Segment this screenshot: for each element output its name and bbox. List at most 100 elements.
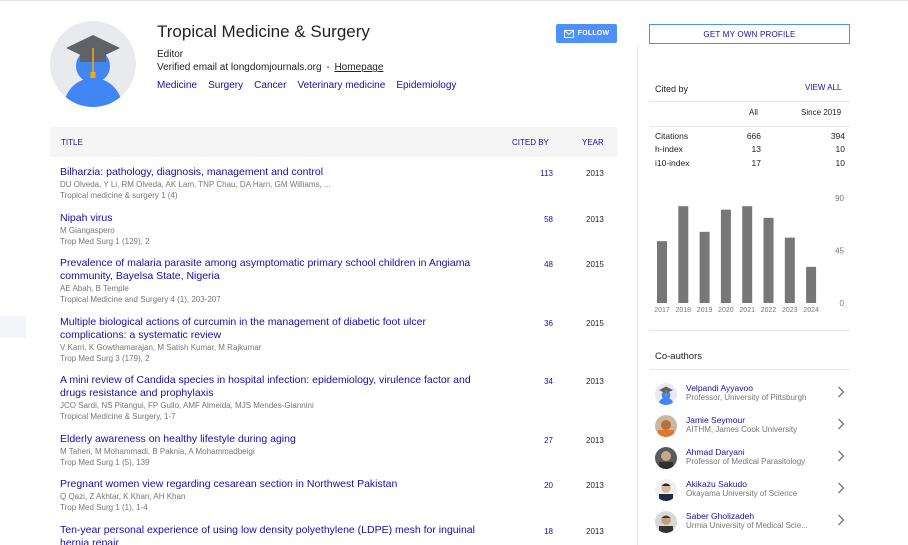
sort-by-year[interactable]: YEAR: [582, 138, 604, 147]
coauthor-item[interactable]: Jamie Seymour AITHM, James Cook Universi…: [649, 410, 850, 442]
coauthor-item[interactable]: Velpandi Ayyavoo Professor, University o…: [649, 378, 850, 410]
coauthor-name[interactable]: Akikazu Sakudo: [686, 479, 747, 489]
column-header-since: Since 2019: [801, 108, 842, 117]
publication-venue: Trop Med Surg 1 (1), 1-4: [60, 503, 148, 512]
publication-title[interactable]: Multiple biological actions of curcumin …: [60, 316, 490, 342]
publication-authors: V Karri, K Gowthamarajan, M Satish Kumar…: [60, 343, 262, 352]
bar-2018[interactable]: [678, 206, 689, 303]
publication-title[interactable]: Bilharzia: pathology, diagnosis, managem…: [60, 166, 490, 179]
publication-venue: Tropical Medicine and Surgery 4 (1), 203…: [60, 295, 221, 304]
table-row: Pregnant women view regarding cesarean s…: [60, 478, 620, 524]
interest-link-veterinary-medicine[interactable]: Veterinary medicine: [297, 80, 385, 91]
table-row: Bilharzia: pathology, diagnosis, managem…: [60, 166, 620, 212]
table-row: Multiple biological actions of curcumin …: [60, 316, 620, 374]
x-tick-label: 2020: [718, 307, 734, 314]
interest-link-epidemiology[interactable]: Epidemiology: [396, 80, 456, 91]
coauthor-photo: [655, 447, 677, 469]
chevron-right-icon[interactable]: [837, 418, 845, 430]
verified-email-text: Verified email at longdomjournals.org: [157, 62, 322, 73]
publication-title[interactable]: Elderly awareness on healthy lifestyle d…: [60, 433, 490, 446]
coauthor-name[interactable]: Ahmad Daryani: [686, 447, 745, 457]
cited-by-count[interactable]: 20: [538, 481, 553, 490]
stat-row-i10-index: i10-index 17 10: [655, 158, 845, 171]
coauthor-name[interactable]: Velpandi Ayyavoo: [686, 383, 753, 393]
x-tick-label: 2017: [654, 307, 670, 314]
mail-icon: [563, 29, 574, 38]
interest-link-cancer[interactable]: Cancer: [254, 80, 286, 91]
profile-role: Editor: [157, 49, 184, 60]
column-divider: [637, 44, 638, 545]
stat-label: h-index: [655, 144, 683, 155]
coauthor-item[interactable]: Saber Gholizadeh Urmia University of Med…: [649, 506, 850, 538]
chevron-right-icon[interactable]: [837, 386, 845, 398]
publication-year: 2013: [586, 481, 604, 490]
cited-by-count[interactable]: 58: [538, 215, 553, 224]
publication-year: 2013: [586, 377, 604, 386]
bar-2022[interactable]: [763, 217, 774, 303]
publication-venue: Trop Med Surg 1 (5), 139: [60, 458, 150, 467]
column-header-all: All: [749, 108, 758, 117]
divider: [649, 330, 850, 331]
divider: [649, 126, 850, 127]
publication-title[interactable]: Pregnant women view regarding cesarean s…: [60, 478, 490, 491]
publication-title[interactable]: Nipah virus: [60, 212, 490, 225]
cited-by-count[interactable]: 34: [538, 377, 553, 386]
publication-title[interactable]: Prevalence of malaria parasite among asy…: [60, 257, 490, 283]
cited-by-count[interactable]: 48: [538, 260, 553, 269]
bar-2023[interactable]: [784, 237, 795, 303]
x-tick-label: 2019: [697, 307, 713, 314]
divider: [649, 369, 850, 370]
coauthor-photo: [655, 479, 677, 501]
bar-2017[interactable]: [657, 241, 667, 303]
side-tab[interactable]: [0, 316, 26, 338]
sort-by-title[interactable]: TITLE: [61, 138, 83, 147]
email-separator: -: [326, 62, 330, 73]
cited-by-count[interactable]: 113: [538, 169, 553, 178]
chevron-right-icon[interactable]: [837, 482, 845, 494]
cited-by-count[interactable]: 18: [538, 527, 553, 536]
interest-link-medicine[interactable]: Medicine: [157, 80, 197, 91]
coauthor-affiliation: Urmia University of Medical Scie...: [686, 521, 808, 530]
coauthor-affiliation: Professor, University of Pittsburgh: [686, 393, 807, 402]
homepage-link[interactable]: Homepage: [334, 62, 383, 73]
stat-all-value: 666: [746, 131, 761, 141]
publication-authors: Q Qazi, Z Akhtar, K Khan, AH Khan: [60, 492, 186, 501]
coauthor-name[interactable]: Saber Gholizadeh: [686, 511, 754, 521]
coauthors-list: Velpandi Ayyavoo Professor, University o…: [649, 378, 850, 538]
coauthor-placeholder-avatar-icon: [655, 383, 677, 405]
research-interests: Medicine Surgery Cancer Veterinary medic…: [157, 79, 464, 91]
get-my-own-profile-button[interactable]: GET MY OWN PROFILE: [649, 24, 850, 44]
sort-by-cited[interactable]: CITED BY: [512, 138, 549, 147]
profile-avatar-icon: [50, 21, 136, 107]
top-border: [0, 0, 908, 1]
stat-since-value: 10: [835, 157, 845, 168]
coauthor-photo: [655, 415, 677, 437]
view-all-link[interactable]: VIEW ALL: [805, 83, 841, 92]
publication-title[interactable]: A mini review of Candida species in hosp…: [60, 374, 490, 400]
coauthor-affiliation: AITHM, James Cook University: [686, 425, 798, 434]
table-row: Elderly awareness on healthy lifestyle d…: [60, 433, 620, 478]
bar-2019[interactable]: [699, 231, 710, 303]
interest-link-surgery[interactable]: Surgery: [208, 80, 243, 91]
stat-all-value: 17: [751, 157, 761, 168]
publication-venue: Tropical medicine & surgery 1 (4): [60, 191, 178, 200]
coauthor-name[interactable]: Jamie Seymour: [686, 415, 745, 425]
coauthor-item[interactable]: Akikazu Sakudo Okayama University of Sci…: [649, 474, 850, 506]
chevron-right-icon[interactable]: [837, 514, 845, 526]
publications-table-header: TITLE CITED BY YEAR: [50, 127, 617, 157]
publication-title[interactable]: Ten-year personal experience of using lo…: [60, 524, 490, 545]
table-row: Prevalence of malaria parasite among asy…: [60, 257, 620, 316]
cited-by-count[interactable]: 27: [538, 436, 553, 445]
follow-button[interactable]: FOLLOW: [556, 24, 617, 43]
bar-2020[interactable]: [720, 209, 731, 303]
chevron-right-icon[interactable]: [837, 450, 845, 462]
bar-2021[interactable]: [742, 206, 753, 303]
bar-2024[interactable]: [806, 266, 817, 303]
coauthor-item[interactable]: Ahmad Daryani Professor of Medical Paras…: [649, 442, 850, 474]
cited-by-count[interactable]: 36: [538, 319, 553, 328]
publication-authors: AE Abah, B Temple: [60, 284, 129, 293]
stat-row-citations: Citations 666 394: [655, 131, 845, 144]
divider: [649, 101, 850, 102]
citation-stats-table: Citations 666 394 h-index 13 10 i10-inde…: [655, 131, 845, 171]
y-tick-label: 45: [835, 247, 844, 256]
